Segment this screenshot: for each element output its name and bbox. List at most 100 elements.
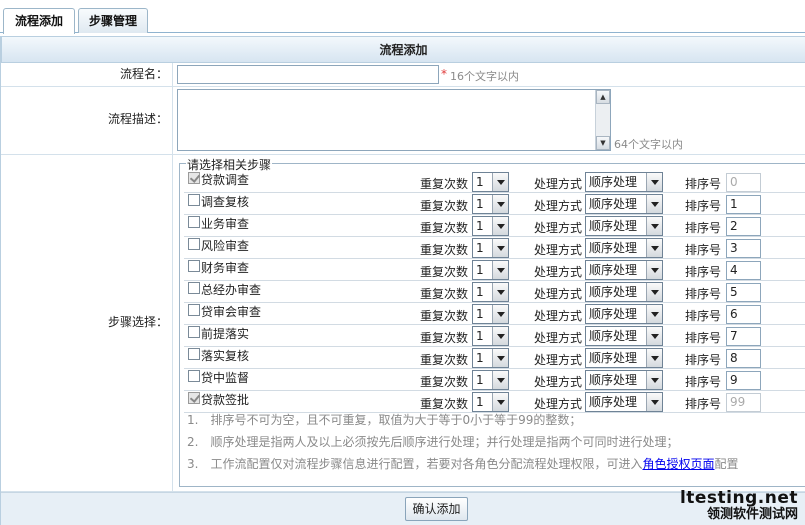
- confirm-add-button[interactable]: 确认添加: [405, 497, 468, 521]
- order-number-label: 排序号: [685, 199, 722, 213]
- description-label: 流程描述：: [1, 87, 173, 154]
- order-number-label: 排序号: [685, 287, 722, 301]
- chevron-down-icon[interactable]: [646, 327, 662, 345]
- name-hint: 16个文字以内: [450, 70, 519, 83]
- chevron-down-icon[interactable]: [492, 239, 508, 257]
- steps-label: 步骤选择：: [1, 155, 173, 491]
- chevron-down-icon[interactable]: [646, 305, 662, 323]
- order-number-label: 排序号: [685, 353, 722, 367]
- process-mode-select[interactable]: 顺序处理: [585, 326, 663, 346]
- note-1: 1. 排序号不可为空，且不可重复，取值为大于等于0小于等于99的整数；: [187, 413, 582, 427]
- repeat-count-select[interactable]: 1: [472, 326, 509, 346]
- process-mode-select[interactable]: 顺序处理: [585, 370, 663, 390]
- chevron-down-icon[interactable]: [492, 195, 508, 213]
- step-row: 前提落实 重复次数 1 处理方式 顺序处理 排序号 7: [180, 325, 805, 347]
- process-mode-value: 顺序处理: [589, 329, 638, 343]
- chevron-down-icon[interactable]: [646, 195, 662, 213]
- repeat-count-select[interactable]: 1: [472, 282, 509, 302]
- step-checkbox[interactable]: [188, 260, 200, 272]
- chevron-down-icon[interactable]: [646, 393, 662, 411]
- repeat-count-label: 重复次数: [420, 309, 469, 323]
- repeat-count-select[interactable]: 1: [472, 392, 509, 412]
- chevron-down-icon[interactable]: [492, 327, 508, 345]
- chevron-down-icon[interactable]: [646, 173, 662, 191]
- order-number-label: 排序号: [685, 221, 722, 235]
- chevron-down-icon[interactable]: [646, 239, 662, 257]
- chevron-down-icon[interactable]: [646, 261, 662, 279]
- chevron-down-icon[interactable]: [492, 305, 508, 323]
- order-number-input[interactable]: 6: [726, 305, 761, 324]
- step-checkbox[interactable]: [188, 348, 200, 360]
- chevron-down-icon[interactable]: [646, 371, 662, 389]
- chevron-down-icon[interactable]: [492, 173, 508, 191]
- chevron-down-icon[interactable]: [492, 261, 508, 279]
- process-mode-select[interactable]: 顺序处理: [585, 238, 663, 258]
- process-mode-value: 顺序处理: [589, 197, 638, 211]
- order-number-input[interactable]: 3: [726, 239, 761, 258]
- process-mode-select[interactable]: 顺序处理: [585, 392, 663, 412]
- repeat-count-select[interactable]: 1: [472, 370, 509, 390]
- repeat-count-select[interactable]: 1: [472, 216, 509, 236]
- step-checkbox[interactable]: [188, 326, 200, 338]
- note-2: 2. 顺序处理是指两人及以上必须按先后顺序进行处理；并行处理是指两个可同时进行处…: [187, 435, 679, 449]
- step-checkbox[interactable]: [188, 194, 200, 206]
- process-mode-label: 处理方式: [534, 375, 583, 389]
- chevron-down-icon[interactable]: [646, 217, 662, 235]
- order-number-input[interactable]: 4: [726, 261, 761, 280]
- process-mode-select[interactable]: 顺序处理: [585, 216, 663, 236]
- process-description-textarea[interactable]: ▲ ▼: [177, 89, 611, 151]
- repeat-count-select[interactable]: 1: [472, 172, 509, 192]
- process-mode-label: 处理方式: [534, 243, 583, 257]
- order-number-label: 排序号: [685, 309, 722, 323]
- role-permission-link[interactable]: 角色授权页面: [642, 457, 714, 471]
- step-checkbox[interactable]: [188, 238, 200, 250]
- step-checkbox[interactable]: [188, 304, 200, 316]
- chevron-down-icon[interactable]: [492, 217, 508, 235]
- scroll-down-icon[interactable]: ▼: [596, 136, 610, 150]
- process-name-input[interactable]: [177, 65, 439, 84]
- step-checkbox[interactable]: [188, 370, 200, 382]
- chevron-down-icon[interactable]: [492, 283, 508, 301]
- name-row: 流程名： * 16个文字以内: [1, 63, 805, 87]
- order-number-input[interactable]: 2: [726, 217, 761, 236]
- chevron-down-icon[interactable]: [492, 371, 508, 389]
- repeat-count-label: 重复次数: [420, 199, 469, 213]
- repeat-count-select[interactable]: 1: [472, 260, 509, 280]
- order-number-input[interactable]: 1: [726, 195, 761, 214]
- order-number-input[interactable]: 5: [726, 283, 761, 302]
- order-number-input[interactable]: 8: [726, 349, 761, 368]
- repeat-count-select[interactable]: 1: [472, 238, 509, 258]
- step-checkbox[interactable]: [188, 282, 200, 294]
- chevron-down-icon[interactable]: [646, 349, 662, 367]
- process-mode-label: 处理方式: [534, 353, 583, 367]
- scroll-up-icon[interactable]: ▲: [596, 90, 610, 104]
- step-name: 贷中监督: [201, 371, 250, 385]
- process-mode-label: 处理方式: [534, 221, 583, 235]
- process-mode-select[interactable]: 顺序处理: [585, 348, 663, 368]
- process-mode-select[interactable]: 顺序处理: [585, 172, 663, 192]
- order-number-input[interactable]: 7: [726, 327, 761, 346]
- chevron-down-icon[interactable]: [646, 283, 662, 301]
- repeat-count-label: 重复次数: [420, 287, 469, 301]
- textarea-scrollbar[interactable]: ▲ ▼: [595, 90, 610, 150]
- repeat-count-select[interactable]: 1: [472, 348, 509, 368]
- repeat-count-select[interactable]: 1: [472, 304, 509, 324]
- tab-step-management[interactable]: 步骤管理: [78, 8, 148, 33]
- repeat-count-value: 1: [476, 219, 484, 233]
- chevron-down-icon[interactable]: [492, 393, 508, 411]
- repeat-count-value: 1: [476, 285, 484, 299]
- repeat-count-value: 1: [476, 307, 484, 321]
- note-3-suffix: 配置: [714, 457, 739, 471]
- tab-add-process[interactable]: 流程添加: [3, 8, 75, 34]
- process-mode-select[interactable]: 顺序处理: [585, 304, 663, 324]
- process-mode-select[interactable]: 顺序处理: [585, 194, 663, 214]
- process-mode-select[interactable]: 顺序处理: [585, 282, 663, 302]
- step-name: 落实复核: [201, 349, 250, 363]
- step-row: 贷款调查 重复次数 1 处理方式 顺序处理 排序号 0: [180, 171, 805, 193]
- chevron-down-icon[interactable]: [492, 349, 508, 367]
- repeat-count-select[interactable]: 1: [472, 194, 509, 214]
- process-mode-select[interactable]: 顺序处理: [585, 260, 663, 280]
- step-checkbox[interactable]: [188, 216, 200, 228]
- repeat-count-value: 1: [476, 351, 484, 365]
- order-number-input[interactable]: 9: [726, 371, 761, 390]
